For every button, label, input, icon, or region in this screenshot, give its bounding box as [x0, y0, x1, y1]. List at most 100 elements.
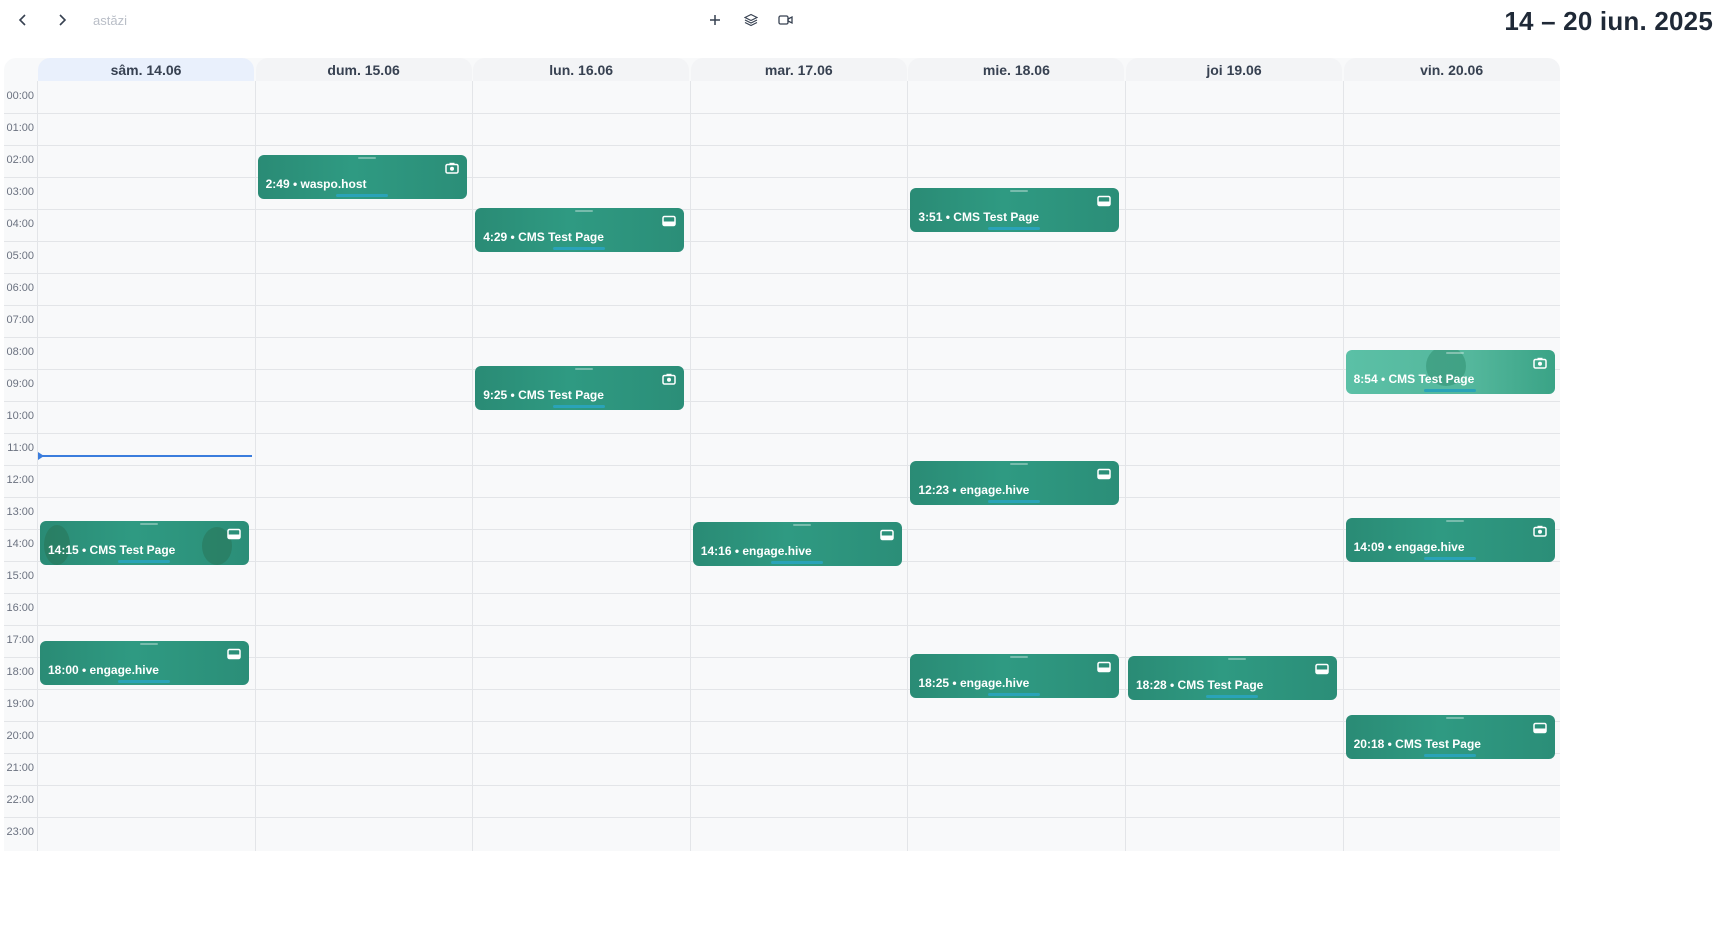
tray-icon [1532, 722, 1547, 734]
hour-gridline [4, 593, 1560, 594]
hour-label: 13:00 [6, 506, 34, 518]
hour-label: 05:00 [6, 250, 34, 262]
event-label: 18:28 • CMS Test Page [1136, 677, 1264, 692]
event-label: 14:15 • CMS Test Page [48, 543, 176, 557]
calendar-event[interactable]: 20:18 • CMS Test Page [1345, 714, 1555, 759]
day-header-2[interactable]: lun. 16.06 [473, 58, 690, 81]
hour-gridline [4, 625, 1560, 626]
calendar-event[interactable]: 8:54 • CMS Test Page [1345, 349, 1555, 394]
event-progress-bar [988, 693, 1041, 697]
day-header-6[interactable]: vin. 20.06 [1343, 58, 1560, 81]
hour-label: 04:00 [6, 218, 34, 230]
hour-label: 20:00 [6, 730, 34, 742]
hour-label: 06:00 [6, 282, 34, 294]
tray-icon [1097, 468, 1112, 480]
hour-label: 03:00 [6, 186, 34, 198]
day-column-divider [472, 81, 474, 851]
hour-label: 22:00 [6, 794, 34, 806]
day-header-0[interactable]: sâm. 14.06 [38, 58, 254, 81]
day-header-1[interactable]: dum. 15.06 [255, 58, 472, 81]
hour-label: 14:00 [6, 538, 34, 550]
event-thumbnail-caption [1010, 190, 1029, 193]
day-header-4[interactable]: mie. 18.06 [908, 58, 1125, 81]
hour-label: 18:00 [6, 666, 34, 678]
day-column-divider [689, 81, 691, 851]
calendar-event[interactable]: 2:49 • waspo.host [257, 155, 467, 200]
camera-icon [662, 373, 676, 386]
event-label: 9:25 • CMS Test Page [483, 388, 604, 403]
tray-icon [1097, 661, 1112, 673]
hour-gridline [4, 241, 1560, 242]
calendar-event[interactable]: 14:15 • CMS Test Page [40, 521, 249, 565]
event-progress-bar [118, 560, 170, 563]
calendar-event[interactable]: 14:09 • engage.hive [1345, 517, 1555, 562]
event-progress-bar [988, 227, 1041, 231]
today-button[interactable]: astăzi [93, 13, 127, 28]
hour-label: 02:00 [6, 154, 34, 166]
event-label: 18:00 • engage.hive [48, 663, 159, 677]
hour-label: 08:00 [6, 346, 34, 358]
current-time-marker [38, 452, 44, 460]
day-header-3[interactable]: mar. 17.06 [690, 58, 907, 81]
event-progress-bar [1423, 556, 1476, 560]
hour-label: 16:00 [6, 602, 34, 614]
day-column-divider [37, 81, 38, 851]
hour-gridline [4, 305, 1560, 306]
event-label: 14:16 • engage.hive [700, 543, 812, 558]
camera-icon [444, 162, 459, 174]
video-camera-icon[interactable] [772, 8, 798, 32]
week-calendar-grid: sâm. 14.06 dum. 15.06 lun. 16.06 mar. 17.06… [4, 58, 1560, 851]
calendar-toolbar: astăzi 14 – 20 iun. 2025 [0, 0, 1713, 40]
hour-gridline [4, 273, 1560, 274]
hour-label: 15:00 [6, 570, 34, 582]
event-progress-bar [118, 680, 170, 683]
event-thumbnail-caption [140, 643, 158, 645]
tray-icon [227, 648, 241, 660]
chevron-left-icon[interactable] [10, 8, 36, 32]
event-thumbnail-caption [792, 523, 811, 526]
event-thumbnail-caption [1010, 656, 1029, 659]
event-thumbnail-caption [1445, 716, 1464, 719]
hour-label: 12:00 [6, 474, 34, 486]
chevron-right-icon[interactable] [49, 8, 75, 32]
hour-label: 01:00 [6, 122, 34, 134]
event-progress-bar [770, 560, 823, 564]
event-progress-bar [1423, 388, 1476, 392]
hour-gridline [4, 785, 1560, 786]
hour-gridline [4, 465, 1560, 466]
hour-label: 07:00 [6, 314, 34, 326]
calendar-event[interactable]: 14:16 • engage.hive [692, 521, 902, 566]
calendar-event[interactable]: 18:25 • engage.hive [910, 654, 1120, 699]
layers-icon[interactable] [738, 8, 764, 32]
event-label: 4:29 • CMS Test Page [483, 230, 604, 245]
event-label: 18:25 • engage.hive [918, 676, 1030, 691]
calendar-event[interactable]: 12:23 • engage.hive [910, 461, 1120, 506]
plus-icon[interactable] [702, 8, 728, 32]
day-column-divider [254, 81, 256, 851]
hour-gridline [4, 753, 1560, 754]
calendar-event[interactable]: 18:00 • engage.hive [40, 641, 249, 685]
hour-gridline [4, 145, 1560, 146]
event-thumbnail-caption [1010, 463, 1029, 466]
calendar-event[interactable]: 18:28 • CMS Test Page [1128, 655, 1337, 700]
week-range-title: 14 – 20 iun. 2025 [1504, 6, 1713, 36]
event-label: 8:54 • CMS Test Page [1353, 371, 1475, 386]
calendar-event[interactable]: 3:51 • CMS Test Page [910, 188, 1120, 233]
current-time-indicator [38, 452, 252, 460]
calendar-event[interactable]: 9:25 • CMS Test Page [475, 366, 685, 411]
event-thumbnail-caption [140, 523, 158, 525]
hour-gridline [4, 433, 1560, 434]
hour-label: 11:00 [7, 442, 34, 454]
event-thumbnail-caption [575, 368, 594, 371]
calendar-event[interactable]: 4:29 • CMS Test Page [475, 208, 685, 253]
hour-label: 21:00 [6, 762, 34, 774]
day-header-5[interactable]: joi 19.06 [1126, 58, 1342, 81]
hour-gridline [4, 113, 1560, 114]
event-thumbnail-caption [357, 157, 376, 160]
tray-icon [1315, 663, 1329, 675]
event-progress-bar [553, 247, 606, 251]
hour-gridline [4, 721, 1560, 722]
camera-icon [1532, 525, 1547, 537]
hour-gridline [4, 497, 1560, 498]
hour-label: 09:00 [6, 378, 34, 390]
